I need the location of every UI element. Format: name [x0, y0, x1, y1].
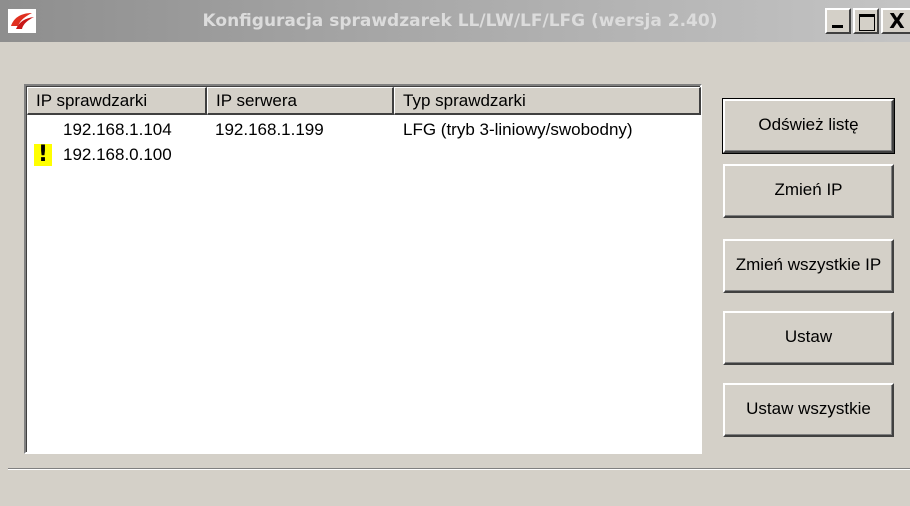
list-item[interactable]: 192.168.1.104 192.168.1.199 LFG (tryb 3-…: [27, 118, 701, 142]
close-button[interactable]: X: [881, 8, 910, 34]
checker-list[interactable]: IP sprawdzarki IP serwera Typ sprawdzark…: [24, 84, 702, 454]
checker-ip: 192.168.0.100: [63, 145, 172, 164]
warning-icon: !: [34, 144, 52, 166]
checker-ip: 192.168.1.104: [63, 120, 172, 139]
column-header-checker-type[interactable]: Typ sprawdzarki: [394, 87, 701, 115]
set-all-button[interactable]: Ustaw wszystkie: [723, 383, 894, 437]
checker-type: LFG (tryb 3-liniowy/swobodny): [403, 120, 633, 139]
change-ip-button[interactable]: Zmień IP: [723, 164, 894, 218]
list-item[interactable]: ! 192.168.0.100: [27, 143, 701, 167]
status-divider: [8, 468, 910, 470]
window-title: Konfiguracja sprawdzarek LL/LW/LF/LFG (w…: [202, 11, 718, 31]
column-header-server-ip[interactable]: IP serwera: [207, 87, 394, 115]
change-all-ip-button[interactable]: Zmień wszystkie IP: [723, 239, 894, 293]
refresh-list-button[interactable]: Odśwież listę: [722, 98, 895, 154]
column-header-checker-ip[interactable]: IP sprawdzarki: [27, 87, 207, 115]
minimize-button[interactable]: [825, 8, 851, 34]
set-button[interactable]: Ustaw: [723, 311, 894, 365]
title-bar[interactable]: Konfiguracja sprawdzarek LL/LW/LF/LFG (w…: [0, 0, 910, 42]
list-header: IP sprawdzarki IP serwera Typ sprawdzark…: [27, 87, 701, 115]
close-icon: X: [889, 9, 905, 33]
maximize-button[interactable]: [853, 8, 879, 34]
server-ip: 192.168.1.199: [215, 120, 324, 139]
main-window: Konfiguracja sprawdzarek LL/LW/LF/LFG (w…: [0, 0, 910, 506]
